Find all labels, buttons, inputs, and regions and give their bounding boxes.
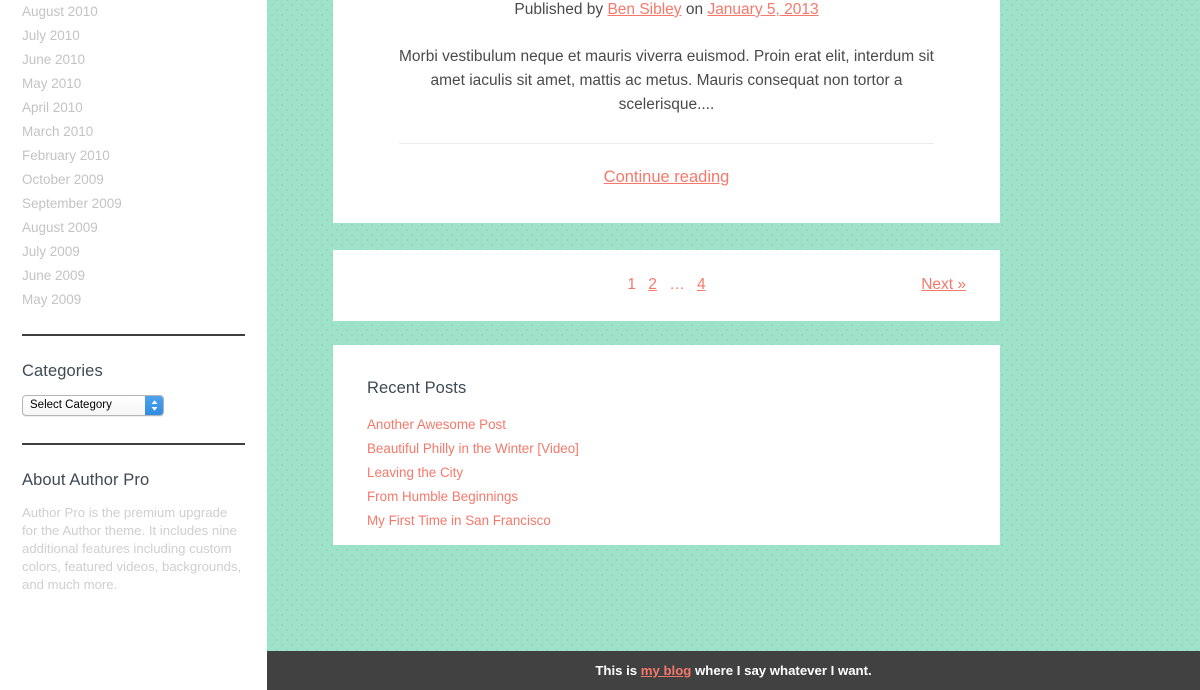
post-byline: Published by Ben Sibley on January 5, 20…	[367, 0, 966, 20]
post-card: Published by Ben Sibley on January 5, 20…	[333, 0, 1000, 223]
list-item: Another Awesome Post	[367, 413, 966, 437]
sidebar-item-archive[interactable]: September 2009	[22, 192, 245, 216]
post-divider	[399, 143, 934, 144]
post-author-link[interactable]: Ben Sibley	[607, 1, 681, 18]
continue-reading-link[interactable]: Continue reading	[604, 168, 730, 186]
pagination-page-current[interactable]: 1	[627, 276, 636, 293]
recent-posts-card: Recent Posts Another Awesome Post Beauti…	[333, 345, 1000, 545]
recent-post-link[interactable]: Another Awesome Post	[367, 417, 506, 432]
list-item: From Humble Beginnings	[367, 485, 966, 509]
sidebar-item-archive[interactable]: May 2009	[22, 288, 245, 312]
sidebar-item-archive[interactable]: March 2010	[22, 120, 245, 144]
byline-prefix: Published by	[514, 1, 604, 18]
sidebar-item-archive[interactable]: October 2009	[22, 168, 245, 192]
sidebar-item-archive[interactable]: June 2010	[22, 48, 245, 72]
sidebar-item-archive[interactable]: April 2010	[22, 96, 245, 120]
site-footer: This is my blog where I say whatever I w…	[267, 651, 1200, 690]
list-item: My First Time in San Francisco	[367, 509, 966, 533]
sidebar-item-archive[interactable]: July 2010	[22, 24, 245, 48]
continue-reading-wrapper: Continue reading	[367, 168, 966, 187]
post-date-link[interactable]: January 5, 2013	[707, 1, 818, 18]
sidebar: August 2010 July 2010 June 2010 May 2010…	[0, 0, 267, 690]
footer-text-after: where I say whatever I want.	[695, 663, 872, 678]
about-widget-body: Author Pro is the premium upgrade for th…	[22, 505, 242, 592]
sidebar-divider	[22, 443, 245, 445]
categories-widget-heading: Categories	[22, 362, 103, 380]
recent-post-link[interactable]: Leaving the City	[367, 465, 463, 480]
pagination-page-link[interactable]: 2	[648, 276, 657, 293]
recent-post-link[interactable]: My First Time in San Francisco	[367, 513, 551, 528]
about-widget-heading: About Author Pro	[22, 471, 150, 489]
sidebar-divider	[22, 334, 245, 336]
pagination-next-link[interactable]: Next »	[921, 276, 966, 294]
archive-widget-list: August 2010 July 2010 June 2010 May 2010…	[22, 0, 245, 312]
pagination-page-link[interactable]: 4	[697, 276, 706, 293]
footer-text-before: This is	[595, 663, 638, 678]
sidebar-item-archive[interactable]: June 2009	[22, 264, 245, 288]
pagination-card: 1 2 … 4 Next »	[333, 250, 1000, 321]
byline-joiner: on	[685, 1, 704, 18]
sidebar-item-archive[interactable]: August 2009	[22, 216, 245, 240]
list-item: Beautiful Philly in the Winter [Video]	[367, 437, 966, 461]
recent-posts-heading: Recent Posts	[367, 379, 467, 397]
pagination-numbers: 1 2 … 4	[367, 276, 966, 294]
category-select[interactable]: Select Category	[22, 395, 164, 416]
list-item: Leaving the City	[367, 461, 966, 485]
chevron-updown-icon[interactable]	[145, 396, 163, 415]
sidebar-item-archive[interactable]: July 2009	[22, 240, 245, 264]
post-excerpt: Morbi vestibulum neque et mauris viverra…	[399, 48, 934, 113]
recent-post-link[interactable]: Beautiful Philly in the Winter [Video]	[367, 441, 579, 456]
recent-post-link[interactable]: From Humble Beginnings	[367, 489, 518, 504]
footer-blog-link[interactable]: my blog	[641, 663, 692, 678]
sidebar-item-archive[interactable]: August 2010	[22, 0, 245, 24]
sidebar-item-archive[interactable]: May 2010	[22, 72, 245, 96]
category-select-value[interactable]: Select Category	[22, 395, 164, 416]
pagination-ellipsis: …	[669, 276, 685, 293]
footer-credit-text: This is my blog where I say whatever I w…	[595, 663, 871, 678]
sidebar-item-archive[interactable]: February 2010	[22, 144, 245, 168]
recent-posts-list: Another Awesome Post Beautiful Philly in…	[367, 413, 966, 533]
